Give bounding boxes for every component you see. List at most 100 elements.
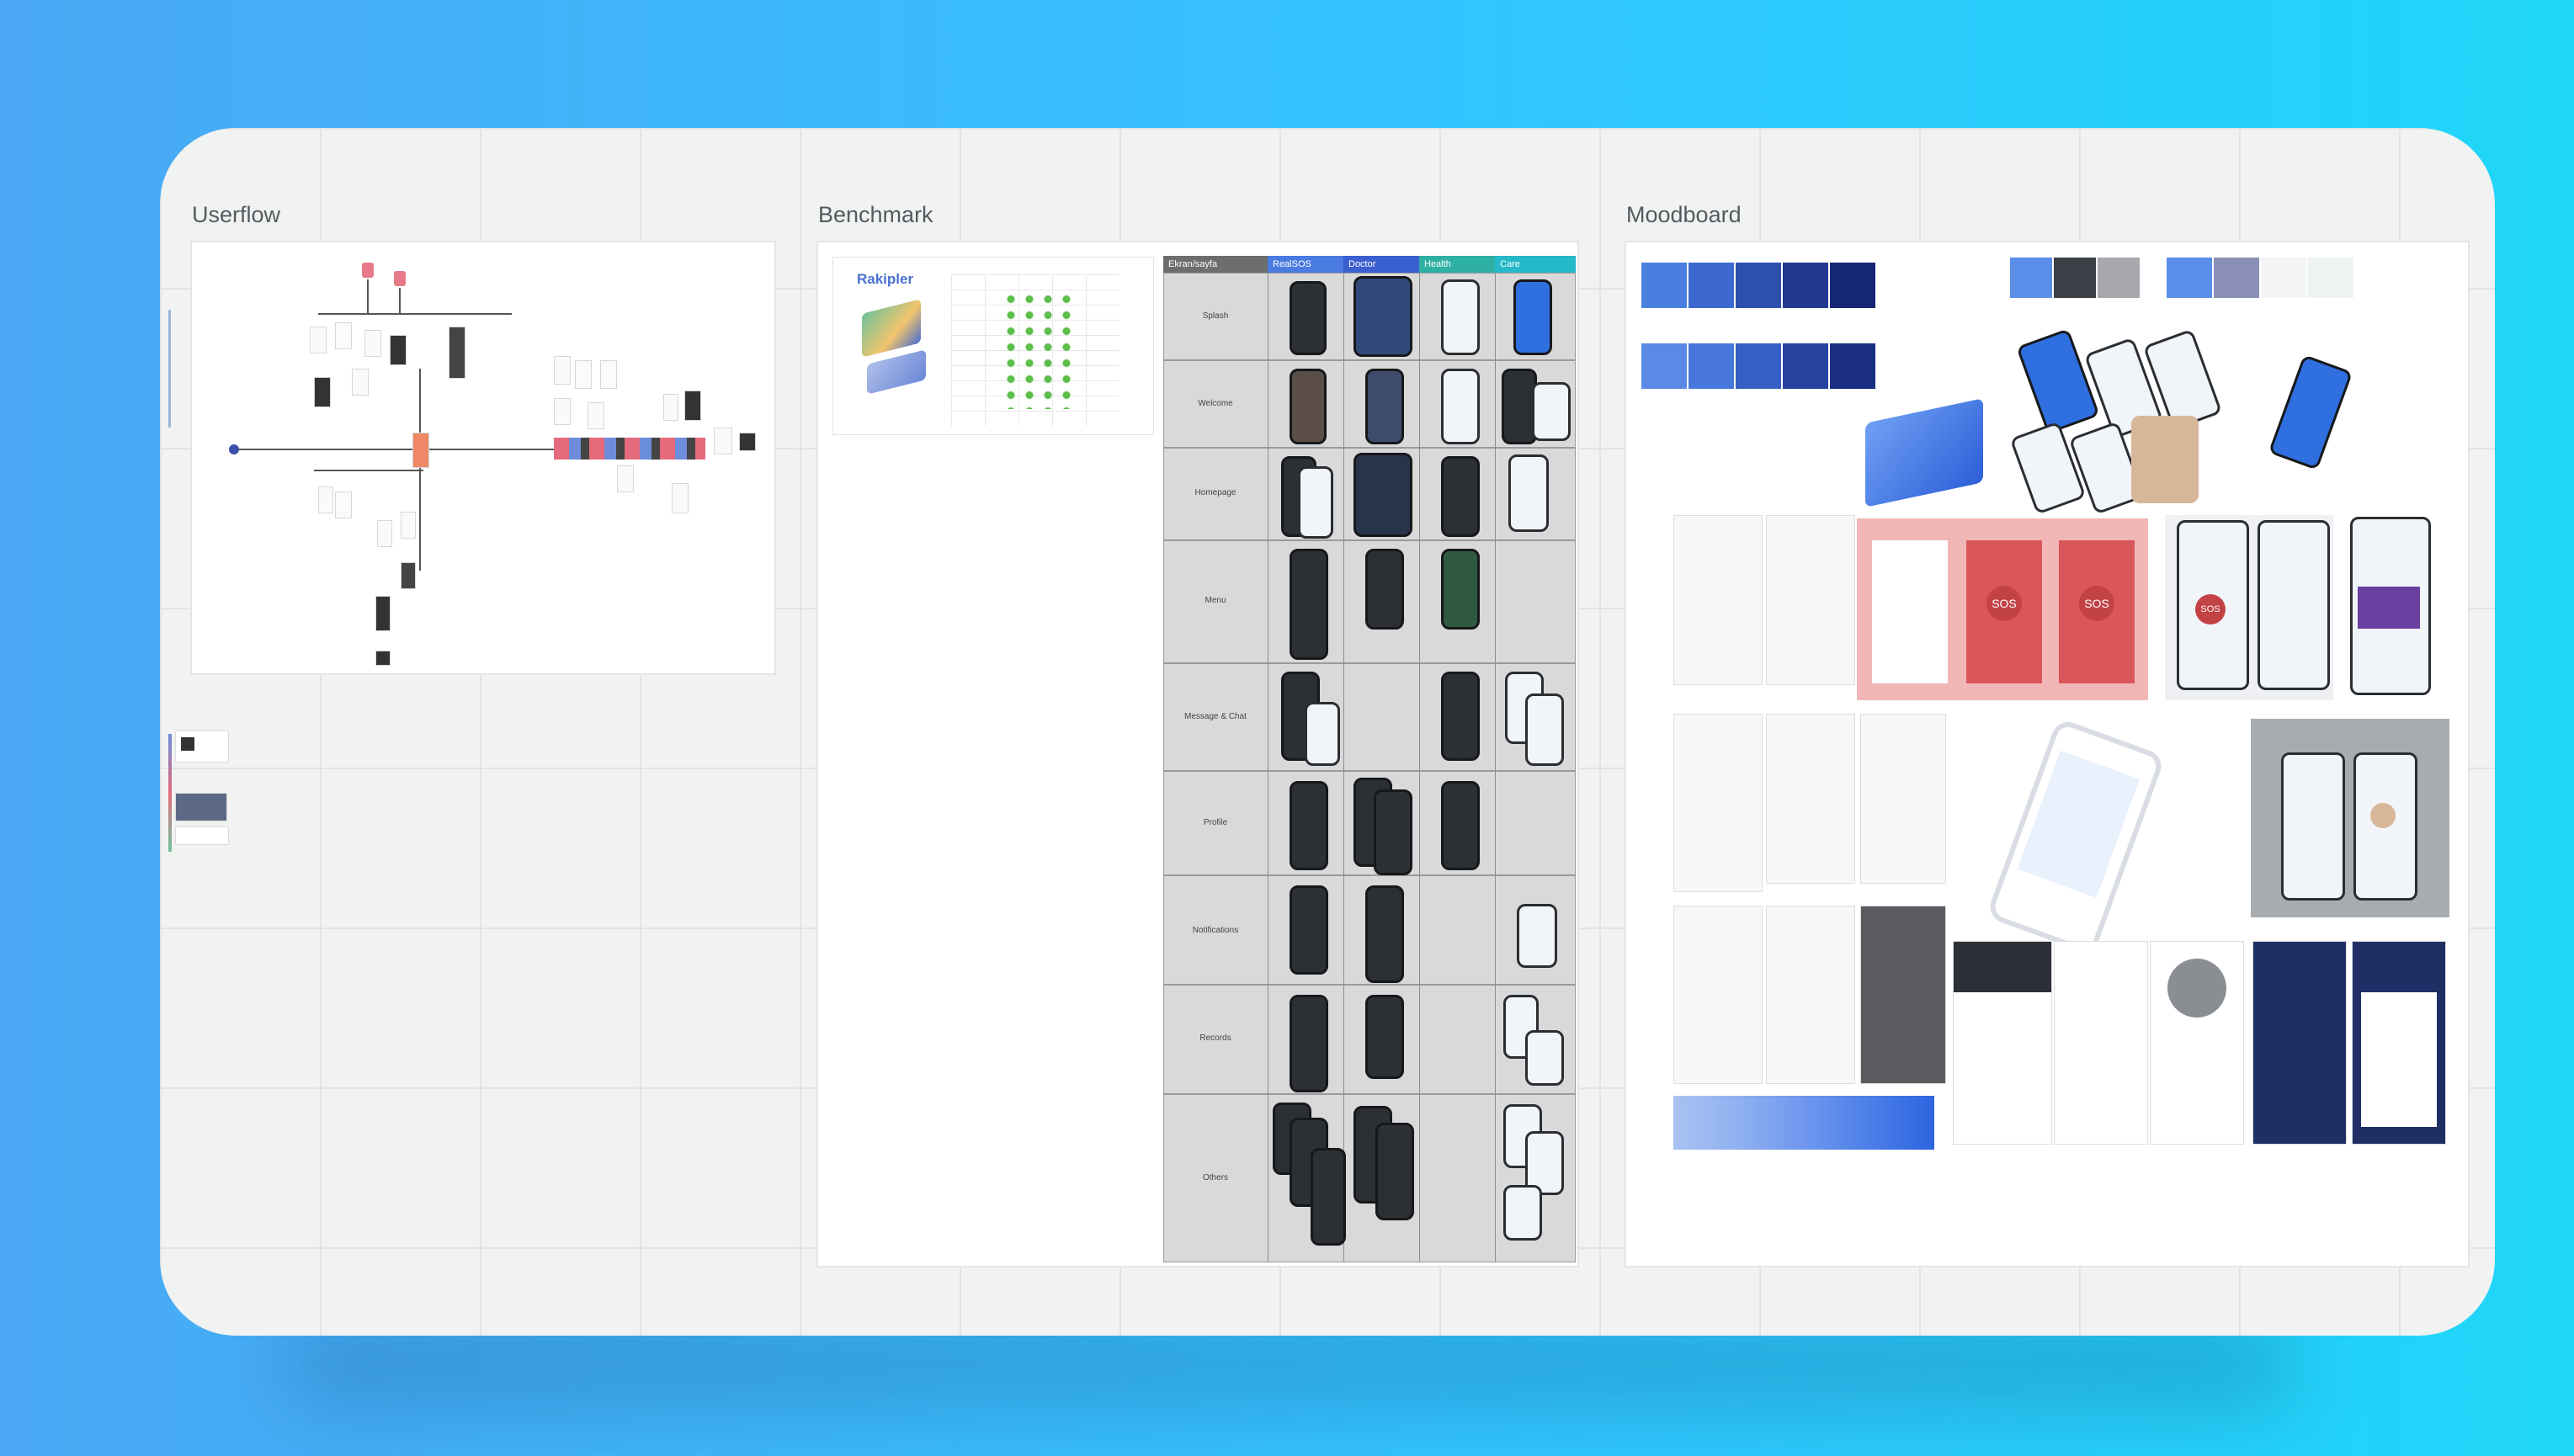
flow-screen: [739, 433, 756, 451]
flow-screen: [663, 394, 678, 421]
color-swatch: [1736, 343, 1781, 389]
color-swatch: [1641, 263, 1687, 308]
phone-screenshot: [1508, 454, 1549, 532]
flow-screen: [554, 356, 571, 385]
row-label: Welcome: [1198, 399, 1233, 408]
competitors-card[interactable]: Rakipler: [833, 258, 1153, 434]
phone-screenshot: [1503, 1185, 1542, 1241]
color-swatch: [2098, 258, 2140, 298]
color-swatch: [2214, 258, 2259, 298]
phone-screenshot: [1375, 1123, 1414, 1220]
flow-screen: [377, 520, 392, 547]
flow-screen: [588, 402, 604, 429]
app-screenshot: [2150, 941, 2244, 1145]
flow-screen: [335, 322, 352, 349]
flow-screen: [310, 327, 327, 353]
frame-title-userflow: Userflow: [192, 202, 281, 227]
app-screenshot: [1953, 941, 2052, 1145]
phone-screenshot: [1290, 781, 1328, 870]
phone-screenshot: [1365, 995, 1404, 1079]
phone-screenshot: [1525, 693, 1564, 766]
phone-screenshot: [1290, 885, 1328, 975]
phone-screenshot: [1365, 549, 1404, 630]
flow-screen: [684, 391, 701, 421]
flow-screen: [714, 428, 732, 454]
phone-screenshot: [1441, 456, 1480, 537]
phone-screenshot: [1441, 369, 1480, 444]
color-swatch: [2167, 258, 2212, 298]
moodboard-board[interactable]: SOS SOS SOS: [1626, 242, 2468, 1266]
phone-screenshot: [1305, 702, 1340, 766]
userflow-board[interactable]: [192, 242, 774, 673]
isometric-illustration: [862, 299, 921, 358]
row-label: Profile: [1203, 818, 1228, 827]
whiteboard-canvas[interactable]: Userflow Benchmark Rakipler Ekran/sayfa …: [160, 128, 2495, 1336]
side-thumb[interactable]: [175, 793, 227, 821]
phone-mockup: [2268, 354, 2353, 470]
row-label: Homepage: [1194, 488, 1236, 497]
flow-screen: [335, 492, 352, 518]
phone-screenshot: [1365, 369, 1404, 444]
app-screenshot: [2352, 941, 2446, 1145]
flow-screen: [600, 360, 617, 389]
flow-entry-dot: [229, 444, 239, 454]
flow-screen: [318, 486, 333, 513]
row-label: Notifications: [1192, 926, 1239, 935]
sos-phone-mockup: SOS: [2165, 515, 2333, 700]
iphone-mockup: [1986, 717, 2166, 956]
flow-screen: [412, 433, 429, 468]
color-swatch: [2308, 258, 2353, 298]
phone-mockup: [2350, 517, 2431, 695]
phone-screenshot: [1441, 781, 1480, 870]
row-label: Menu: [1205, 596, 1226, 605]
benchmark-board[interactable]: Rakipler Ekran/sayfa RealSOS Doctor Heal…: [818, 242, 1577, 1266]
phone-screenshot: [1290, 281, 1327, 355]
app-screenshot: [1860, 714, 1946, 884]
flow-screen: [375, 596, 391, 631]
flow-screen: [617, 465, 634, 492]
app-screenshot: [1673, 906, 1763, 1084]
benchmark-table[interactable]: Ekran/sayfa RealSOS Doctor Health Care S…: [1163, 256, 1576, 1262]
phone-screenshot: [1353, 453, 1412, 537]
flow-screen: [554, 398, 571, 425]
table-header: RealSOS: [1268, 256, 1343, 273]
blue-card-mockup: [1865, 398, 1983, 507]
phones-collage: [2009, 328, 2224, 515]
phone-screenshot: [1290, 369, 1327, 444]
check-marks: [1002, 291, 1077, 409]
flow-screen: [352, 369, 369, 396]
app-screenshot: [1766, 515, 1855, 685]
phone-screenshot: [1298, 466, 1333, 539]
phone-screenshot: [1365, 885, 1404, 983]
row-label: Records: [1199, 1034, 1231, 1043]
frame-title-benchmark: Benchmark: [818, 202, 933, 227]
flow-screen: [401, 512, 416, 539]
phone-screenshot: [1374, 789, 1412, 875]
table-header: Care: [1495, 256, 1576, 273]
gradient-color-bar: [1673, 1096, 1934, 1150]
flow-screen: [364, 330, 381, 357]
flow-screen-strip: [554, 438, 705, 460]
row-label: Splash: [1202, 311, 1229, 321]
app-screenshot: [1766, 714, 1855, 884]
color-swatch: [1830, 263, 1875, 308]
color-swatch: [2261, 258, 2306, 298]
frame-title-moodboard: Moodboard: [1626, 202, 1742, 227]
app-screenshot: [2252, 941, 2347, 1145]
flow-screen: [375, 651, 391, 666]
phone-screenshot: [1441, 672, 1480, 761]
flow-screen: [575, 360, 592, 389]
color-swatch: [1783, 343, 1828, 389]
phone-screenshot: [1290, 549, 1328, 660]
side-thumb[interactable]: [175, 826, 229, 845]
phone-screenshot: [1441, 279, 1480, 355]
app-screenshot: [1766, 906, 1855, 1084]
phone-screenshot: [1441, 549, 1480, 630]
sos-button: SOS: [1986, 586, 2022, 621]
flow-screen: [672, 483, 689, 513]
color-swatch: [2010, 258, 2052, 298]
row-label: Others: [1202, 1173, 1228, 1182]
phone-screenshot: [1311, 1148, 1346, 1246]
color-swatch: [1736, 263, 1781, 308]
table-header: Ekran/sayfa: [1163, 256, 1268, 273]
